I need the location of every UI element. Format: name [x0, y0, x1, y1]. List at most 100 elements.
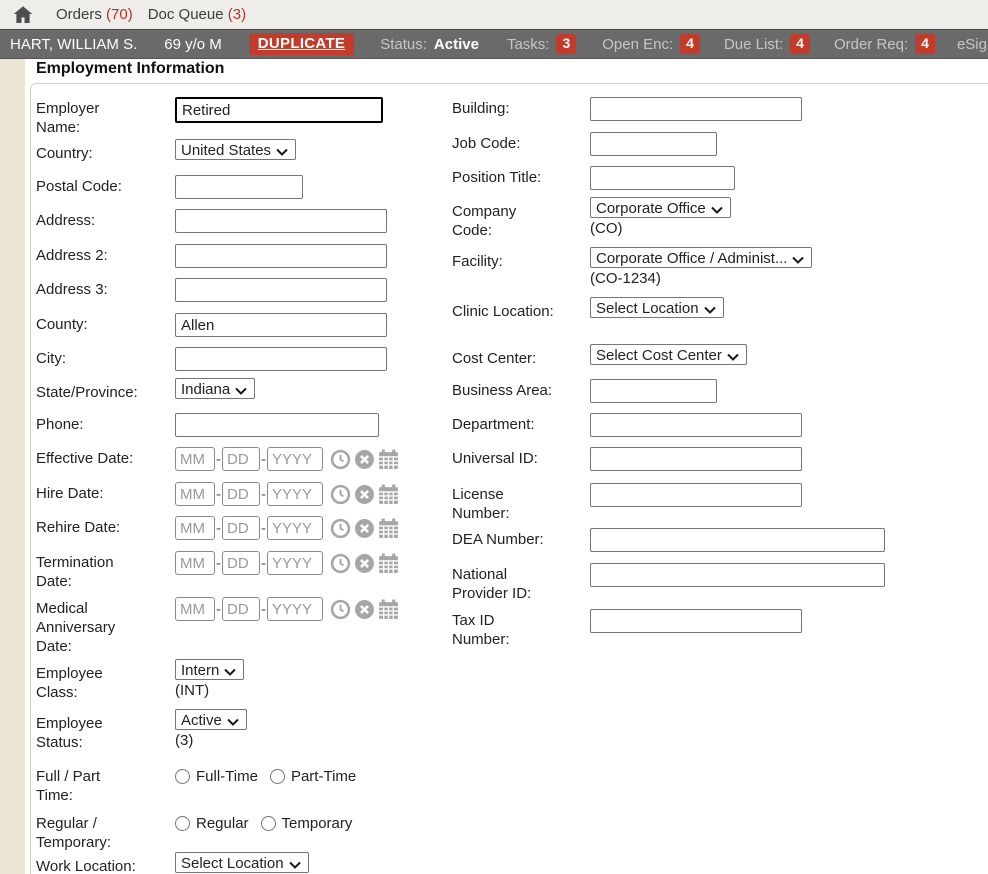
- clear-icon[interactable]: [354, 449, 375, 470]
- employee-class-select[interactable]: Intern: [175, 659, 244, 680]
- due-list-badge[interactable]: 4: [790, 34, 810, 54]
- city-input[interactable]: [175, 347, 387, 371]
- chevron-down-icon: [792, 256, 804, 264]
- field-label: Work Location:: [36, 855, 140, 874]
- hire-date-row: Hire Date: --: [36, 482, 436, 516]
- field-label: Full / Part Time:: [36, 765, 140, 805]
- rehire-date-yyyy-input[interactable]: [267, 516, 323, 540]
- business-area-row: Business Area:: [452, 379, 982, 413]
- tax-id-number-row: Tax ID Number:: [452, 609, 982, 649]
- job-code-input[interactable]: [590, 132, 717, 156]
- clock-icon[interactable]: [330, 599, 351, 620]
- phone-row: Phone:: [36, 413, 436, 447]
- esign-group: eSign: 7: [957, 34, 988, 54]
- radio-icon[interactable]: [175, 769, 190, 784]
- open-enc-badge[interactable]: 4: [680, 34, 700, 54]
- phone-input[interactable]: [175, 413, 379, 437]
- field-label: Address:: [36, 209, 140, 230]
- clear-icon[interactable]: [354, 518, 375, 539]
- field-label: Business Area:: [452, 379, 556, 400]
- nav-doc-queue[interactable]: Doc Queue (3): [148, 6, 246, 23]
- duplicate-button[interactable]: DUPLICATE: [249, 33, 354, 55]
- termination-date-dd-input[interactable]: [222, 551, 260, 575]
- termination-date-yyyy-input[interactable]: [267, 551, 323, 575]
- effective-date-yyyy-input[interactable]: [267, 447, 323, 471]
- country-select[interactable]: United States: [175, 139, 296, 160]
- chevron-down-icon: [224, 668, 236, 676]
- employee-status-select[interactable]: Active: [175, 709, 247, 730]
- department-input[interactable]: [590, 413, 802, 437]
- address-input[interactable]: [175, 209, 387, 233]
- work-location-select[interactable]: Select Location: [175, 852, 309, 873]
- field-label: Company Code:: [452, 200, 556, 240]
- building-input[interactable]: [590, 97, 802, 121]
- radio-icon[interactable]: [261, 816, 276, 831]
- medical-anniversary-date-row: Medical Anniversary Date: --: [36, 597, 436, 662]
- clear-icon[interactable]: [354, 599, 375, 620]
- county-row: County:: [36, 313, 436, 347]
- tax-id-number-input[interactable]: [590, 609, 802, 633]
- clear-icon[interactable]: [354, 553, 375, 574]
- address3-input[interactable]: [175, 278, 387, 302]
- radio-icon[interactable]: [270, 769, 285, 784]
- company-code-select[interactable]: Corporate Office: [590, 197, 731, 218]
- cost-center-select[interactable]: Select Cost Center: [590, 344, 747, 365]
- calendar-icon[interactable]: [378, 553, 399, 574]
- hire-date-yyyy-input[interactable]: [267, 482, 323, 506]
- effective-date-mm-input[interactable]: [175, 447, 215, 471]
- address2-input[interactable]: [175, 244, 387, 268]
- state-province-select[interactable]: Indiana: [175, 378, 255, 399]
- position-title-input[interactable]: [590, 166, 735, 190]
- field-label: Employer Name:: [36, 97, 140, 137]
- county-input[interactable]: [175, 313, 387, 337]
- form-column-left: Employer Name: Country: United States Po…: [36, 97, 436, 874]
- medical-anniversary-mm-input[interactable]: [175, 597, 215, 621]
- license-number-input[interactable]: [590, 483, 802, 507]
- hire-date-dd-input[interactable]: [222, 482, 260, 506]
- chevron-down-icon: [704, 306, 716, 314]
- radio-icon[interactable]: [175, 816, 190, 831]
- calendar-icon[interactable]: [378, 484, 399, 505]
- regular-radio[interactable]: Regular: [175, 815, 249, 832]
- temporary-radio[interactable]: Temporary: [261, 815, 353, 832]
- field-label: State/Province:: [36, 381, 140, 402]
- calendar-icon[interactable]: [378, 518, 399, 539]
- chevron-down-icon: [235, 387, 247, 395]
- medical-anniversary-dd-input[interactable]: [222, 597, 260, 621]
- home-icon[interactable]: [12, 4, 34, 26]
- employer-name-input[interactable]: [175, 97, 383, 123]
- rehire-date-dd-input[interactable]: [222, 516, 260, 540]
- effective-date-dd-input[interactable]: [222, 447, 260, 471]
- hire-date-mm-input[interactable]: [175, 482, 215, 506]
- universal-id-input[interactable]: [590, 447, 802, 471]
- medical-anniversary-yyyy-input[interactable]: [267, 597, 323, 621]
- position-title-row: Position Title:: [452, 166, 982, 200]
- termination-date-mm-input[interactable]: [175, 551, 215, 575]
- section-title: Employment Information: [36, 60, 224, 78]
- facility-select[interactable]: Corporate Office / Administ...: [590, 247, 812, 268]
- dea-number-input[interactable]: [590, 528, 885, 552]
- part-time-radio[interactable]: Part-Time: [270, 768, 356, 785]
- business-area-input[interactable]: [590, 379, 717, 403]
- field-label: Postal Code:: [36, 175, 140, 196]
- calendar-icon[interactable]: [378, 599, 399, 620]
- postal-code-input[interactable]: [175, 175, 303, 199]
- clinic-location-select[interactable]: Select Location: [590, 297, 724, 318]
- order-req-badge[interactable]: 4: [915, 34, 935, 54]
- field-label: Cost Center:: [452, 347, 556, 368]
- work-location-row: Work Location: Select Location: [36, 855, 436, 874]
- clock-icon[interactable]: [330, 553, 351, 574]
- employee-class-row: Employee Class: Intern (INT): [36, 662, 436, 712]
- field-label: Country:: [36, 142, 140, 163]
- clock-icon[interactable]: [330, 484, 351, 505]
- calendar-icon[interactable]: [378, 449, 399, 470]
- national-provider-id-input[interactable]: [590, 563, 885, 587]
- department-row: Department:: [452, 413, 982, 447]
- nav-orders[interactable]: Orders (70): [56, 6, 133, 23]
- clock-icon[interactable]: [330, 449, 351, 470]
- clear-icon[interactable]: [354, 484, 375, 505]
- tasks-badge[interactable]: 3: [556, 34, 576, 54]
- full-time-radio[interactable]: Full-Time: [175, 768, 258, 785]
- clock-icon[interactable]: [330, 518, 351, 539]
- rehire-date-mm-input[interactable]: [175, 516, 215, 540]
